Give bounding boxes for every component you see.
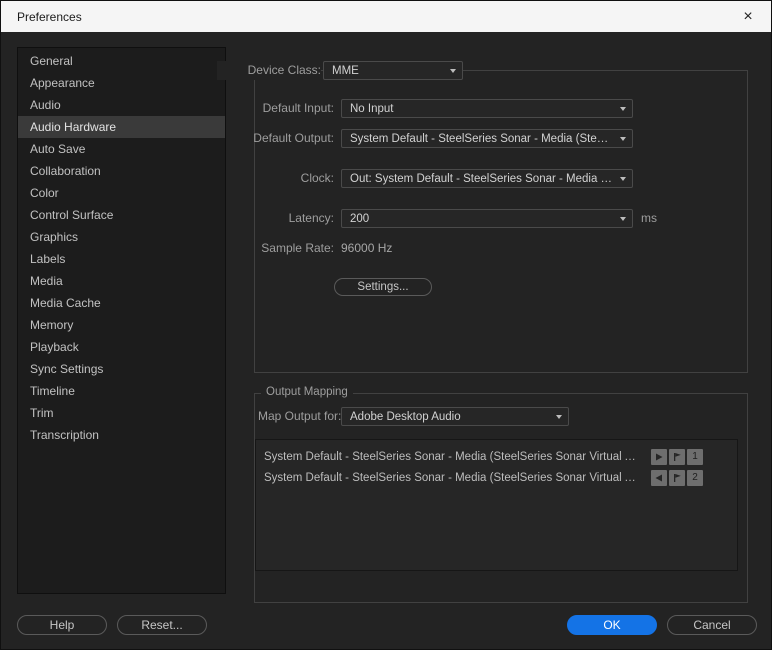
ok-button[interactable]: OK <box>567 615 657 635</box>
default-output-select[interactable]: System Default - SteelSeries Sonar - Med… <box>341 129 633 148</box>
sidebar-item-general[interactable]: General <box>18 50 225 72</box>
sidebar-item-sync-settings[interactable]: Sync Settings <box>18 358 225 380</box>
output-channel-row: System Default - SteelSeries Sonar - Med… <box>256 446 737 467</box>
sidebar-item-collaboration[interactable]: Collaboration <box>18 160 225 182</box>
sidebar-item-memory[interactable]: Memory <box>18 314 225 336</box>
sidebar-item-graphics[interactable]: Graphics <box>18 226 225 248</box>
device-class-value: MME <box>332 64 359 77</box>
chevron-down-icon <box>620 106 626 111</box>
device-class-select[interactable]: MME <box>323 61 463 80</box>
channel-flag-button[interactable] <box>669 448 685 465</box>
sidebar-item-audio-hardware[interactable]: Audio Hardware <box>18 116 225 138</box>
clock-label: Clock: <box>300 171 334 185</box>
channel-number-tile[interactable]: 2 <box>687 469 703 486</box>
default-input-select[interactable]: No Input <box>341 99 633 118</box>
sidebar-item-appearance[interactable]: Appearance <box>18 72 225 94</box>
sidebar-item-labels[interactable]: Labels <box>18 248 225 270</box>
default-output-label: Default Output: <box>253 131 334 145</box>
output-channel-name: System Default - SteelSeries Sonar - Med… <box>264 450 641 463</box>
output-mapping-title: Output Mapping <box>261 386 353 398</box>
output-channel-name: System Default - SteelSeries Sonar - Med… <box>264 471 641 484</box>
clock-select[interactable]: Out: System Default - SteelSeries Sonar … <box>341 169 633 188</box>
channel-number: 1 <box>692 451 698 462</box>
default-output-value: System Default - SteelSeries Sonar - Med… <box>350 132 614 145</box>
title-bar: Preferences × <box>1 1 771 32</box>
settings-button[interactable]: Settings... <box>334 278 432 296</box>
window-title: Preferences <box>17 9 82 24</box>
chevron-down-icon <box>556 414 562 419</box>
clock-value: Out: System Default - SteelSeries Sonar … <box>350 172 614 185</box>
sidebar-item-audio[interactable]: Audio <box>18 94 225 116</box>
latency-label: Latency: <box>288 211 334 225</box>
sidebar-item-trim[interactable]: Trim <box>18 402 225 424</box>
sidebar-item-transcription[interactable]: Transcription <box>18 424 225 446</box>
device-class-label: Device Class: <box>217 61 321 80</box>
sidebar-item-color[interactable]: Color <box>18 182 225 204</box>
latency-unit: ms <box>641 211 657 225</box>
chevron-down-icon <box>450 68 456 73</box>
output-channel-row: System Default - SteelSeries Sonar - Med… <box>256 467 737 488</box>
latency-value: 200 <box>350 212 370 225</box>
channel-number: 2 <box>692 472 698 483</box>
cancel-button[interactable]: Cancel <box>667 615 757 635</box>
speaker-left-icon <box>655 474 662 481</box>
help-button[interactable]: Help <box>17 615 107 635</box>
chevron-down-icon <box>620 176 626 181</box>
map-output-value: Adobe Desktop Audio <box>350 410 461 423</box>
sample-rate-value: 96000 Hz <box>341 241 393 255</box>
flag-icon <box>674 452 681 461</box>
chevron-down-icon <box>620 216 626 221</box>
close-icon: × <box>743 7 753 25</box>
sidebar-item-media[interactable]: Media <box>18 270 225 292</box>
speaker-left-button[interactable] <box>651 469 667 486</box>
category-list: General Appearance Audio Audio Hardware … <box>17 47 226 594</box>
preferences-dialog: Preferences × General Appearance Audio A… <box>0 0 772 650</box>
latency-select[interactable]: 200 <box>341 209 633 228</box>
channel-flag-button[interactable] <box>669 469 685 486</box>
sample-rate-label: Sample Rate: <box>261 241 334 255</box>
sidebar-item-timeline[interactable]: Timeline <box>18 380 225 402</box>
chevron-down-icon <box>620 136 626 141</box>
flag-icon <box>674 473 681 482</box>
map-output-select[interactable]: Adobe Desktop Audio <box>341 407 569 426</box>
sidebar-item-control-surface[interactable]: Control Surface <box>18 204 225 226</box>
default-input-label: Default Input: <box>262 101 334 115</box>
default-input-value: No Input <box>350 102 394 115</box>
speaker-right-icon <box>656 453 663 460</box>
map-output-label: Map Output for: <box>258 409 342 423</box>
sidebar-item-playback[interactable]: Playback <box>18 336 225 358</box>
speaker-right-button[interactable] <box>651 448 667 465</box>
channel-number-tile[interactable]: 1 <box>687 448 703 465</box>
close-button[interactable]: × <box>725 1 771 32</box>
sidebar-item-media-cache[interactable]: Media Cache <box>18 292 225 314</box>
sidebar-item-auto-save[interactable]: Auto Save <box>18 138 225 160</box>
reset-button[interactable]: Reset... <box>117 615 207 635</box>
output-channel-list: System Default - SteelSeries Sonar - Med… <box>255 439 738 571</box>
